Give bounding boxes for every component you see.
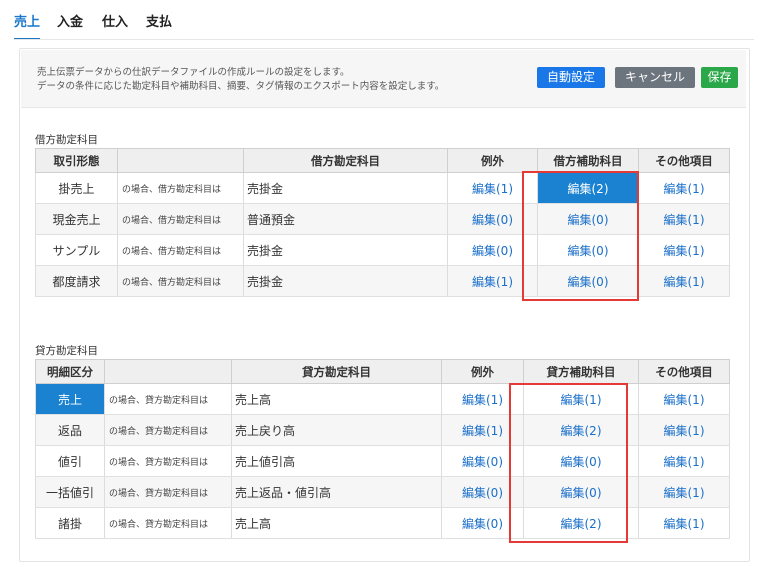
debit-exception-link[interactable]: 編集(0) — [447, 203, 538, 235]
credit-account-cell[interactable]: 売上高 — [231, 383, 442, 415]
debit-type-cell: サンプル — [35, 234, 118, 266]
credit-sub-account-link[interactable]: 編集(0) — [523, 445, 639, 477]
credit-header-row: 明細区分 貸方勘定科目 例外 貸方補助科目 その他項目 — [35, 359, 730, 384]
credit-other-link[interactable]: 編集(1) — [638, 383, 730, 415]
tab-purchase[interactable]: 仕入 — [102, 12, 128, 38]
credit-condition-cell: の場合、貸方勘定科目は — [104, 507, 232, 539]
credit-exception-link[interactable]: 編集(1) — [441, 414, 524, 446]
debit-sub-account-link[interactable]: 編集(0) — [537, 265, 639, 297]
debit-sub-account-link[interactable]: 編集(2) — [537, 172, 639, 204]
credit-condition-cell: の場合、貸方勘定科目は — [104, 383, 232, 415]
credit-account-cell[interactable]: 売上値引高 — [231, 445, 442, 477]
credit-sub-account-link[interactable]: 編集(0) — [523, 476, 639, 508]
credit-other-link[interactable]: 編集(1) — [638, 476, 730, 508]
tab-payment[interactable]: 支払 — [146, 12, 172, 38]
debit-header-account: 借方勘定科目 — [243, 148, 448, 173]
credit-condition-cell: の場合、貸方勘定科目は — [104, 414, 232, 446]
description-box: 売上伝票データからの仕訳データファイルの作成ルールの設定をします。 データの条件… — [21, 50, 746, 108]
debit-other-link[interactable]: 編集(1) — [638, 172, 730, 204]
table-row: 一括値引 の場合、貸方勘定科目は 売上返品・値引高 編集(0) 編集(0) 編集… — [35, 476, 730, 508]
table-row: 都度請求 の場合、借方勘定科目は 売掛金 編集(1) 編集(0) 編集(1) — [35, 265, 730, 297]
credit-exception-link[interactable]: 編集(0) — [441, 445, 524, 477]
debit-account-cell[interactable]: 普通預金 — [243, 203, 448, 235]
table-row: 掛売上 の場合、借方勘定科目は 売掛金 編集(1) 編集(2) 編集(1) — [35, 172, 730, 204]
description-line-2: データの条件に応じた勘定科目や補助科目、摘要、タグ情報のエクスポート内容を設定し… — [37, 81, 445, 92]
credit-header-type: 明細区分 — [35, 359, 105, 384]
debit-type-cell: 掛売上 — [35, 172, 118, 204]
credit-header-sub-account: 貸方補助科目 — [523, 359, 639, 384]
debit-other-link[interactable]: 編集(1) — [638, 234, 730, 266]
debit-table: 取引形態 借方勘定科目 例外 借方補助科目 その他項目 掛売上 の場合、借方勘定… — [35, 148, 730, 297]
credit-table: 明細区分 貸方勘定科目 例外 貸方補助科目 その他項目 売上 の場合、貸方勘定科… — [35, 359, 730, 539]
description: 売上伝票データからの仕訳データファイルの作成ルールの設定をします。 データの条件… — [37, 66, 444, 94]
debit-exception-link[interactable]: 編集(0) — [447, 234, 538, 266]
credit-other-link[interactable]: 編集(1) — [638, 445, 730, 477]
credit-header-account: 貸方勘定科目 — [231, 359, 442, 384]
table-row: 売上 の場合、貸方勘定科目は 売上高 編集(1) 編集(1) 編集(1) — [35, 383, 730, 415]
credit-header-other: その他項目 — [638, 359, 730, 384]
debit-header-type: 取引形態 — [35, 148, 118, 173]
table-row: 返品 の場合、貸方勘定科目は 売上戻り高 編集(1) 編集(2) 編集(1) — [35, 414, 730, 446]
credit-exception-link[interactable]: 編集(0) — [441, 476, 524, 508]
credit-type-cell: 返品 — [35, 414, 105, 446]
debit-condition-cell: の場合、借方勘定科目は — [117, 203, 244, 235]
debit-sub-account-link[interactable]: 編集(0) — [537, 203, 639, 235]
auto-setting-button[interactable]: 自動設定 — [537, 67, 605, 88]
settings-panel: 売上伝票データからの仕訳データファイルの作成ルールの設定をします。 データの条件… — [19, 48, 750, 562]
debit-condition-cell: の場合、借方勘定科目は — [117, 172, 244, 204]
debit-sub-account-link[interactable]: 編集(0) — [537, 234, 639, 266]
debit-account-cell[interactable]: 売掛金 — [243, 234, 448, 266]
credit-type-cell: 一括値引 — [35, 476, 105, 508]
cancel-button[interactable]: キャンセル — [615, 67, 695, 88]
debit-header-row: 取引形態 借方勘定科目 例外 借方補助科目 その他項目 — [35, 148, 730, 173]
description-line-1: 売上伝票データからの仕訳データファイルの作成ルールの設定をします。 — [37, 67, 350, 78]
debit-exception-link[interactable]: 編集(1) — [447, 172, 538, 204]
tab-divider — [14, 39, 754, 40]
table-row: 現金売上 の場合、借方勘定科目は 普通預金 編集(0) 編集(0) 編集(1) — [35, 203, 730, 235]
debit-header-exception: 例外 — [447, 148, 538, 173]
credit-type-cell: 売上 — [35, 383, 105, 415]
credit-account-cell[interactable]: 売上戻り高 — [231, 414, 442, 446]
credit-type-cell: 値引 — [35, 445, 105, 477]
credit-exception-link[interactable]: 編集(1) — [441, 383, 524, 415]
debit-type-cell: 都度請求 — [35, 265, 118, 297]
table-row: サンプル の場合、借方勘定科目は 売掛金 編集(0) 編集(0) 編集(1) — [35, 234, 730, 266]
debit-header-sub-account: 借方補助科目 — [537, 148, 639, 173]
credit-section-title: 貸方勘定科目 — [35, 345, 98, 357]
debit-header-condition — [117, 148, 244, 173]
credit-condition-cell: の場合、貸方勘定科目は — [104, 476, 232, 508]
credit-exception-link[interactable]: 編集(0) — [441, 507, 524, 539]
debit-other-link[interactable]: 編集(1) — [638, 265, 730, 297]
debit-account-cell[interactable]: 売掛金 — [243, 265, 448, 297]
credit-account-cell[interactable]: 売上高 — [231, 507, 442, 539]
debit-exception-link[interactable]: 編集(1) — [447, 265, 538, 297]
credit-other-link[interactable]: 編集(1) — [638, 414, 730, 446]
credit-sub-account-link[interactable]: 編集(1) — [523, 383, 639, 415]
debit-other-link[interactable]: 編集(1) — [638, 203, 730, 235]
save-button[interactable]: 保存 — [701, 67, 738, 88]
credit-sub-account-link[interactable]: 編集(2) — [523, 414, 639, 446]
debit-section-title: 借方勘定科目 — [35, 134, 98, 146]
debit-condition-cell: の場合、借方勘定科目は — [117, 234, 244, 266]
credit-header-condition — [104, 359, 232, 384]
table-row: 諸掛 の場合、貸方勘定科目は 売上高 編集(0) 編集(2) 編集(1) — [35, 507, 730, 539]
tab-bar: 売上 入金 仕入 支払 — [14, 12, 768, 40]
debit-condition-cell: の場合、借方勘定科目は — [117, 265, 244, 297]
debit-header-other: その他項目 — [638, 148, 730, 173]
credit-account-cell[interactable]: 売上返品・値引高 — [231, 476, 442, 508]
tab-sales[interactable]: 売上 — [14, 12, 41, 40]
credit-header-exception: 例外 — [441, 359, 524, 384]
debit-type-cell: 現金売上 — [35, 203, 118, 235]
credit-type-cell: 諸掛 — [35, 507, 105, 539]
debit-account-cell[interactable]: 売掛金 — [243, 172, 448, 204]
tab-payment-received[interactable]: 入金 — [57, 12, 83, 38]
credit-condition-cell: の場合、貸方勘定科目は — [104, 445, 232, 477]
credit-sub-account-link[interactable]: 編集(2) — [523, 507, 639, 539]
table-row: 値引 の場合、貸方勘定科目は 売上値引高 編集(0) 編集(0) 編集(1) — [35, 445, 730, 477]
credit-other-link[interactable]: 編集(1) — [638, 507, 730, 539]
